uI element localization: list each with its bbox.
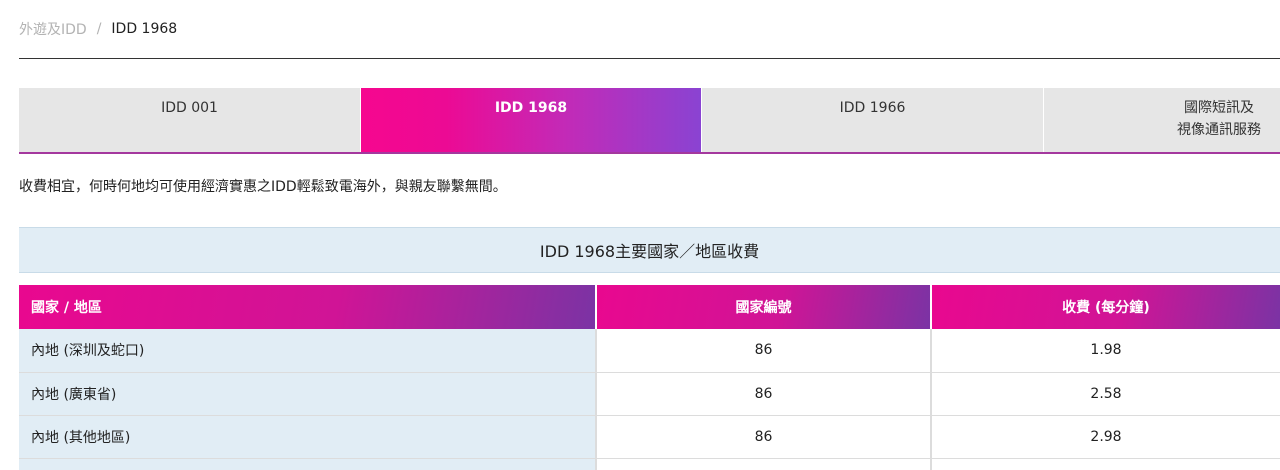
table-row: 內地 (其他地區) 86 2.98 — [19, 415, 1280, 459]
table-header-row: 國家 / 地區 國家編號 收費 (每分鐘) — [19, 285, 1280, 329]
cell-region — [19, 458, 597, 470]
cell-country-code — [596, 458, 932, 470]
cell-region: 內地 (深圳及蛇口) — [19, 329, 597, 373]
cell-region: 內地 (其他地區) — [19, 415, 597, 459]
header-divider — [19, 58, 1280, 59]
rates-table: 國家 / 地區 國家編號 收費 (每分鐘) 內地 (深圳及蛇口) 86 1.98… — [19, 285, 1280, 470]
intro-text: 收費相宜，何時何地均可使用經濟實惠之IDD輕鬆致電海外，與親友聯繫無間。 — [19, 179, 507, 195]
cell-country-code: 86 — [596, 372, 932, 416]
table-row: 內地 (深圳及蛇口) 86 1.98 — [19, 329, 1280, 373]
breadcrumb-separator: / — [96, 21, 102, 37]
breadcrumb-current: IDD 1968 — [111, 21, 178, 37]
header-country-code: 國家編號 — [596, 285, 932, 329]
breadcrumb-link-travel-idd[interactable]: 外遊及IDD — [19, 19, 87, 39]
cell-rate — [931, 458, 1280, 470]
cell-rate: 1.98 — [931, 329, 1280, 373]
header-region: 國家 / 地區 — [19, 285, 597, 329]
tab-idd-1966[interactable]: IDD 1966 — [702, 88, 1044, 152]
breadcrumb: 外遊及IDD / IDD 1968 — [19, 19, 177, 39]
rates-table-title: IDD 1968主要國家／地區收費 — [19, 227, 1280, 273]
tab-sms-video-service[interactable]: 國際短訊及 視像通訊服務 — [1044, 88, 1280, 152]
table-row — [19, 458, 1280, 470]
service-tabs: IDD 001 IDD 1968 IDD 1966 國際短訊及 視像通訊服務 — [19, 88, 1280, 154]
tab-idd-1968[interactable]: IDD 1968 — [361, 88, 702, 152]
header-rate-per-minute: 收費 (每分鐘) — [931, 285, 1280, 329]
tab-label: 國際短訊及 視像通訊服務 — [1177, 100, 1261, 138]
table-row: 內地 (廣東省) 86 2.58 — [19, 372, 1280, 416]
tab-label: IDD 1968 — [494, 100, 568, 116]
cell-region: 內地 (廣東省) — [19, 372, 597, 416]
tab-label: IDD 001 — [161, 100, 218, 116]
cell-rate: 2.58 — [931, 372, 1280, 416]
tab-idd-001[interactable]: IDD 001 — [19, 88, 361, 152]
cell-country-code: 86 — [596, 329, 932, 373]
tab-label: IDD 1966 — [839, 100, 906, 116]
cell-country-code: 86 — [596, 415, 932, 459]
cell-rate: 2.98 — [931, 415, 1280, 459]
page: 外遊及IDD / IDD 1968 IDD 001 IDD 1968 IDD 1… — [0, 0, 1280, 470]
